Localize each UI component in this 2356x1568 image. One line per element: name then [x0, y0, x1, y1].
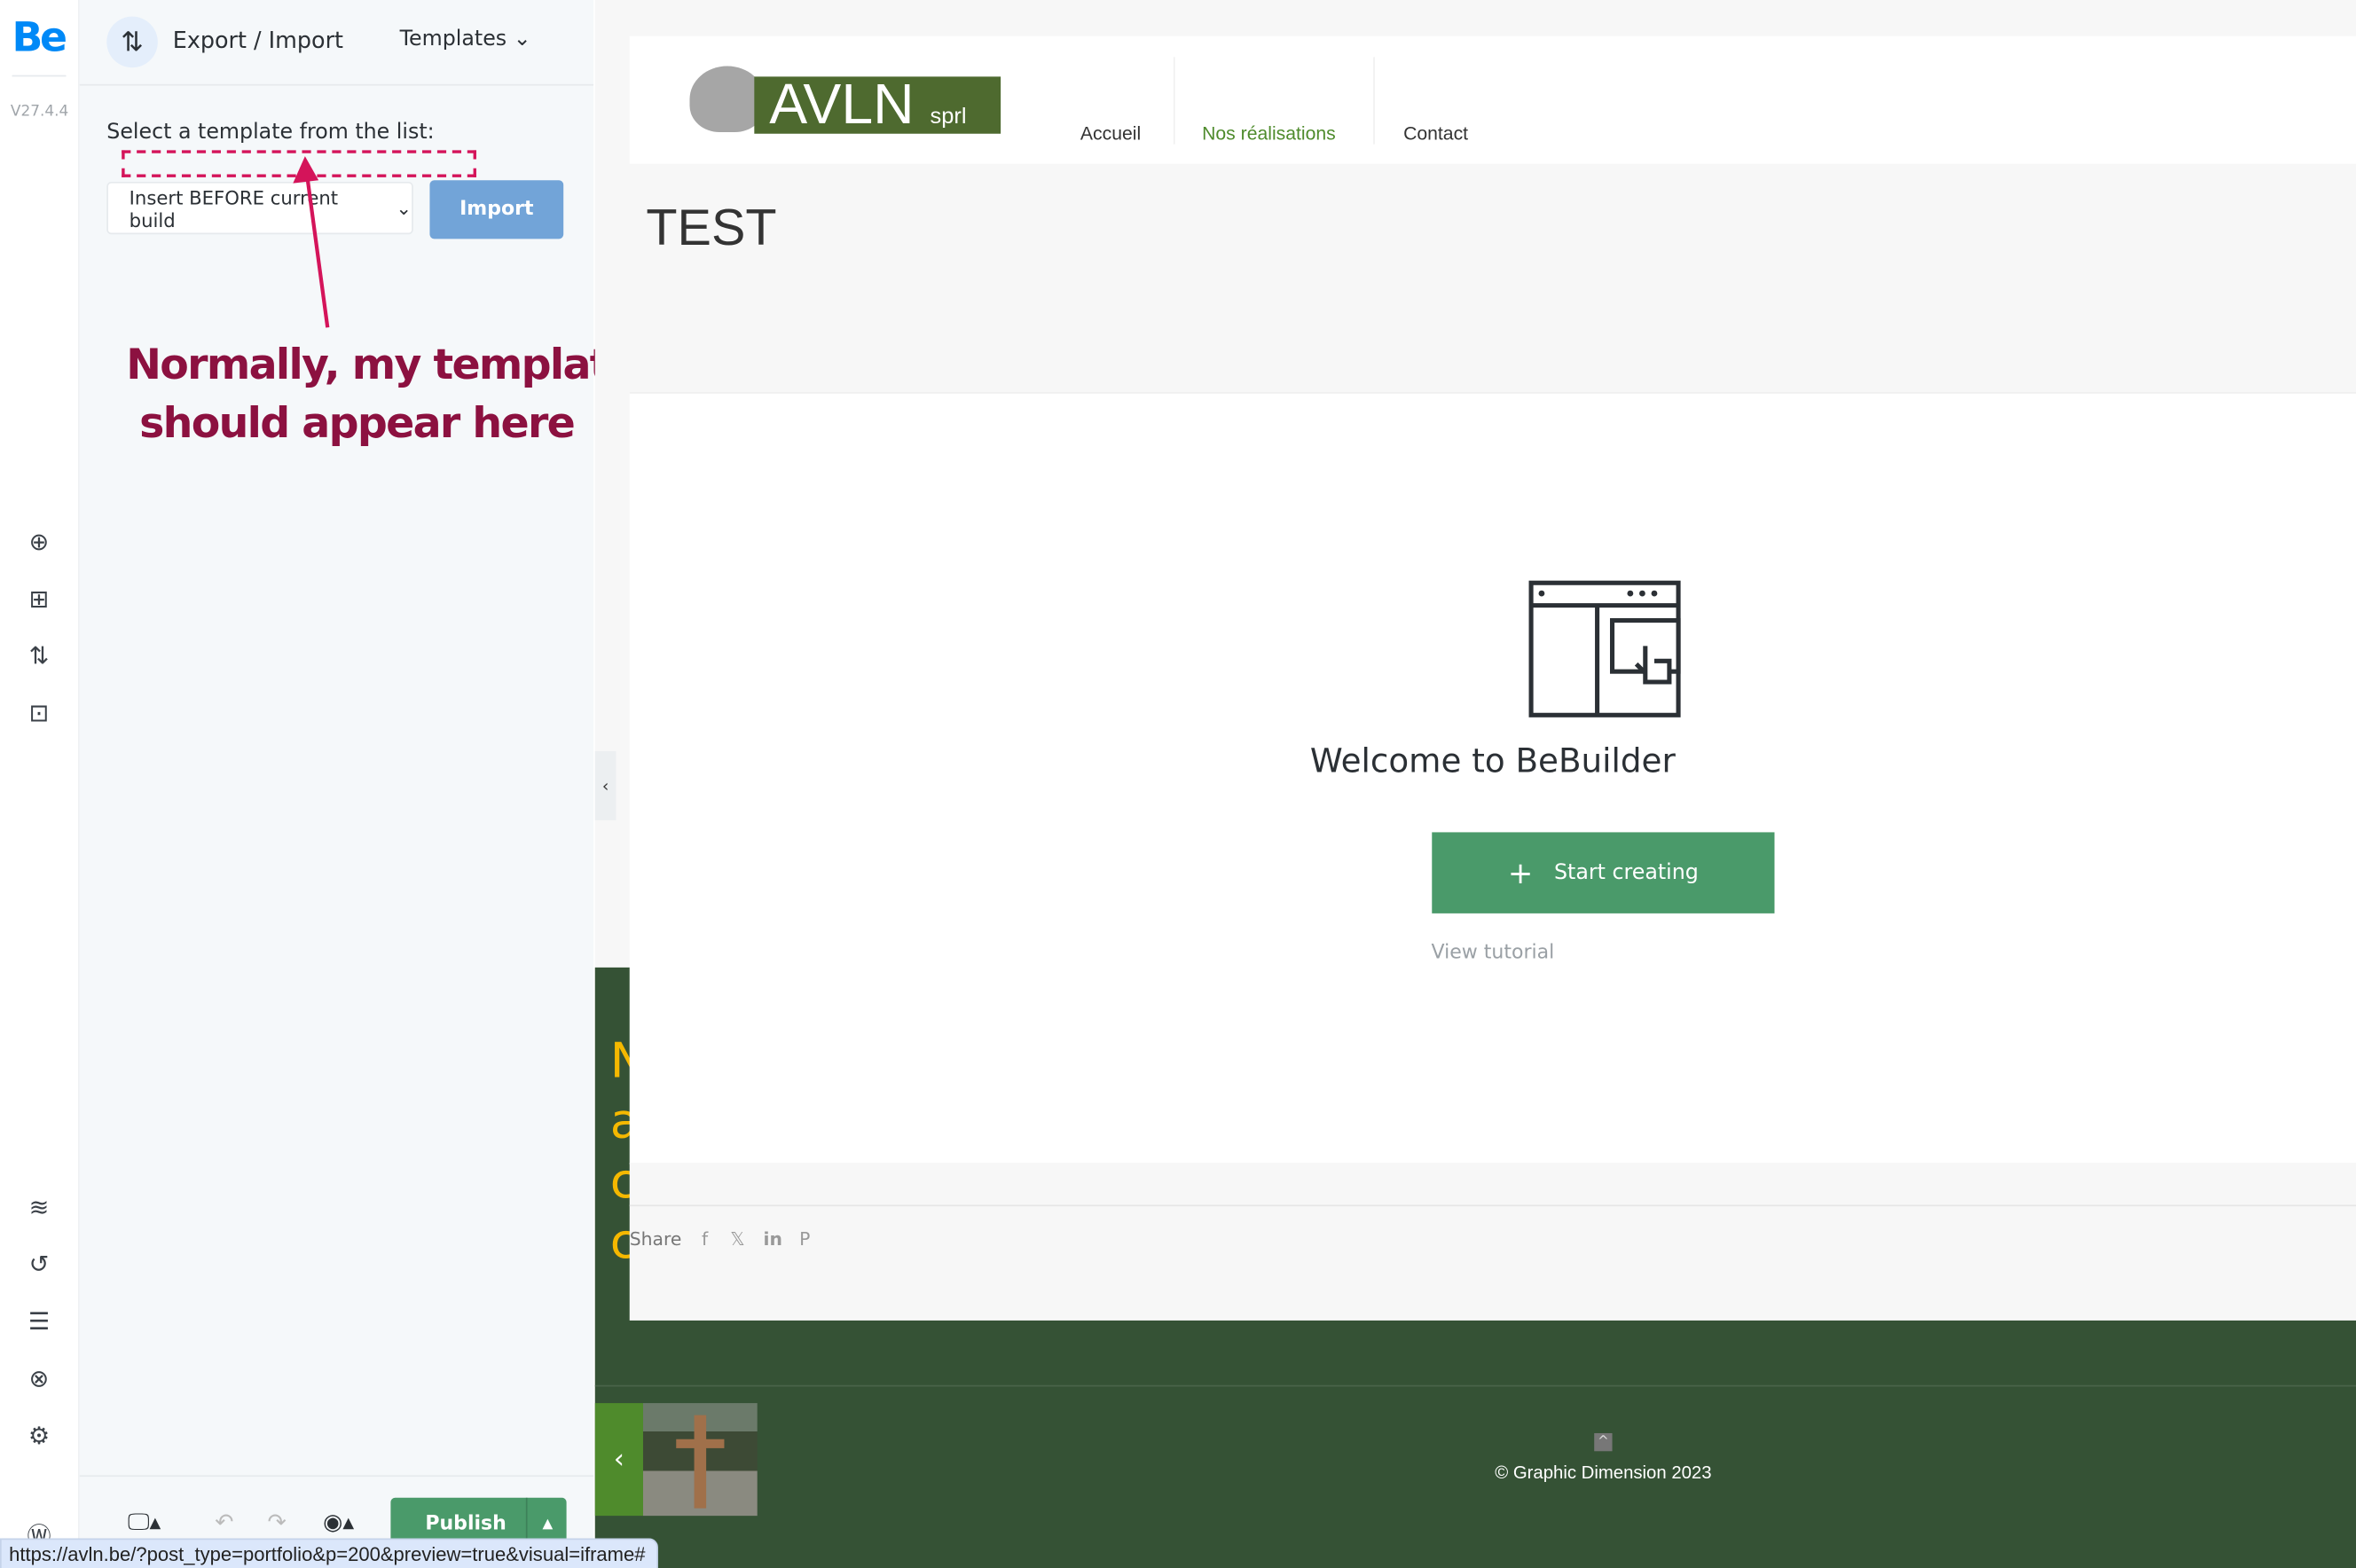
layers-icon[interactable]: ≋: [22, 1190, 55, 1223]
chevron-down-icon: ⌄: [513, 27, 531, 51]
site-logo[interactable]: AVLN sprl: [754, 76, 1001, 134]
export-import-icon[interactable]: ⇅: [22, 639, 55, 671]
status-bar-url: https://avln.be/?post_type=portfolio&p=2…: [0, 1538, 659, 1568]
templates-dropdown[interactable]: Templates ⌄: [400, 27, 531, 51]
nav-nos-realisations[interactable]: Nos réalisations: [1202, 123, 1336, 145]
page-templates-icon[interactable]: ⊡: [22, 695, 55, 728]
builder-browser-hand-icon: [1528, 580, 1681, 717]
preview-eye-icon[interactable]: ◉▴: [323, 1509, 354, 1535]
builder-empty-state: Welcome to BeBuilder + Start creating Vie…: [629, 392, 2356, 1164]
annotation-arrow: [293, 156, 330, 328]
copyright: © Graphic Dimension 2023: [1495, 1462, 1712, 1483]
export-import-panel: ⇅ Export / Import Templates ⌄ Select a t…: [79, 0, 660, 1568]
redo-icon[interactable]: ↷: [268, 1509, 287, 1535]
facebook-icon[interactable]: f: [702, 1229, 708, 1250]
bebuilder-logo: Be: [12, 14, 68, 62]
layout-add-icon[interactable]: ⊞: [22, 582, 55, 615]
footer-divider: [594, 1384, 2356, 1387]
plus-icon: +: [1507, 854, 1534, 891]
page-title: TEST: [646, 200, 777, 257]
import-button[interactable]: Import: [429, 180, 564, 239]
undo-icon[interactable]: ↶: [215, 1509, 233, 1535]
x-twitter-icon[interactable]: 𝕏: [730, 1229, 744, 1250]
share-bar: Share f 𝕏 in P: [629, 1163, 2356, 1321]
select-template-label: Select a template from the list:: [106, 120, 435, 145]
nav-contact[interactable]: Contact: [1403, 123, 1468, 145]
logo-text: AVLN: [769, 74, 915, 137]
nav-divider: [1173, 57, 1175, 145]
divider: [12, 74, 67, 77]
back-to-top-icon[interactable]: ^: [1594, 1432, 1613, 1452]
linkedin-icon[interactable]: in: [763, 1229, 781, 1250]
panel-title: Export / Import: [172, 27, 344, 54]
logo-sub: sprl: [930, 103, 967, 129]
version-label: V27.4.4: [10, 103, 69, 121]
collapse-panel-button[interactable]: ‹: [594, 750, 616, 820]
history-icon[interactable]: ↺: [22, 1247, 55, 1280]
site-header: AVLN sprl Accueil Nos réalisations Conta…: [629, 35, 2356, 164]
insert-position-select[interactable]: Insert BEFORE current build ⌄: [106, 181, 413, 235]
pinterest-icon[interactable]: P: [799, 1229, 810, 1250]
welcome-heading: Welcome to BeBuilder: [1309, 743, 1676, 781]
previous-project-button[interactable]: ‹: [594, 1403, 643, 1517]
templates-label: Templates: [399, 27, 507, 51]
start-creating-button[interactable]: + Start creating: [1432, 832, 1775, 913]
view-tutorial-link[interactable]: View tutorial: [630, 942, 2356, 964]
divider: [629, 1204, 2356, 1207]
site-preview: N a c c AVLN sprl Accueil Nos réalisatio…: [594, 0, 2356, 1568]
chevron-down-icon: ⌄: [396, 196, 412, 220]
project-thumbnail[interactable]: [642, 1403, 758, 1517]
builder-rail: Be V27.4.4 ⊕ ⊞ ⇅ ⊡ ≋ ↺ ☰ ⊗ ⚙ Ⓦ: [0, 0, 80, 1568]
share-label: Share: [629, 1228, 682, 1250]
clipped-side-text: N a c c: [610, 1031, 632, 1271]
nav-accueil[interactable]: Accueil: [1080, 123, 1141, 145]
nav-divider: [1373, 57, 1375, 145]
gear-icon[interactable]: ⚙: [22, 1418, 55, 1451]
export-import-icon: ⇅: [106, 16, 158, 68]
start-creating-label: Start creating: [1554, 860, 1699, 885]
annotation-text: Normally, my templates should appear her…: [126, 339, 660, 448]
publish-label: Publish: [425, 1512, 507, 1536]
panel-header: ⇅ Export / Import Templates ⌄: [79, 0, 594, 86]
globe-icon[interactable]: ⊗: [22, 1361, 55, 1394]
add-circle-icon[interactable]: ⊕: [22, 524, 55, 557]
settings-sliders-icon[interactable]: ☰: [22, 1304, 55, 1337]
device-preview-icon[interactable]: 🖵▴: [128, 1509, 161, 1535]
